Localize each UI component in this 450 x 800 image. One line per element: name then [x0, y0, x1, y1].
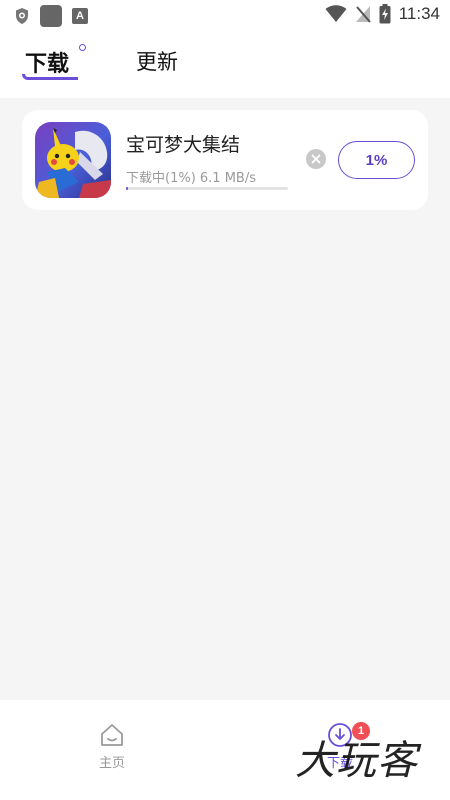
- status-bar-notifications: A: [14, 5, 88, 27]
- cancel-download-button[interactable]: [306, 149, 326, 169]
- bottom-nav: 主页 下载 1 大玩客: [0, 700, 450, 800]
- progress-fill: [126, 187, 129, 190]
- download-list: 宝可梦大集结 下载中(1%) 6.1 MB/s 1%: [0, 98, 450, 700]
- watermark-logo: 大玩客: [295, 738, 418, 784]
- no-signal-icon: [355, 6, 371, 23]
- app-name: 宝可梦大集结: [126, 134, 241, 156]
- status-bar: A 11:34: [0, 0, 450, 32]
- nav-home-label: 主页: [98, 756, 125, 771]
- progress-bar: [126, 187, 288, 190]
- tab-header: 下载 更新: [0, 32, 450, 98]
- shield-icon: [16, 8, 28, 24]
- wifi-icon: [325, 5, 347, 22]
- font-app-icon: A: [72, 8, 88, 24]
- app-notification-icon: [40, 5, 62, 27]
- nav-home[interactable]: 主页: [90, 722, 134, 771]
- battery-charging-icon: [379, 4, 391, 24]
- tab-update[interactable]: 更新: [136, 46, 178, 76]
- tab-indicator-dot: [79, 44, 86, 51]
- status-bar-system: 11:34: [325, 4, 440, 24]
- active-tab-indicator: [22, 74, 78, 80]
- download-item-card[interactable]: 宝可梦大集结 下载中(1%) 6.1 MB/s 1%: [22, 110, 428, 210]
- app-icon: [35, 122, 111, 198]
- clock: 11:34: [398, 4, 440, 23]
- home-icon: [101, 724, 123, 746]
- close-icon: [311, 154, 321, 164]
- download-progress-button[interactable]: 1%: [338, 141, 415, 179]
- download-status: 下载中(1%) 6.1 MB/s: [126, 171, 256, 186]
